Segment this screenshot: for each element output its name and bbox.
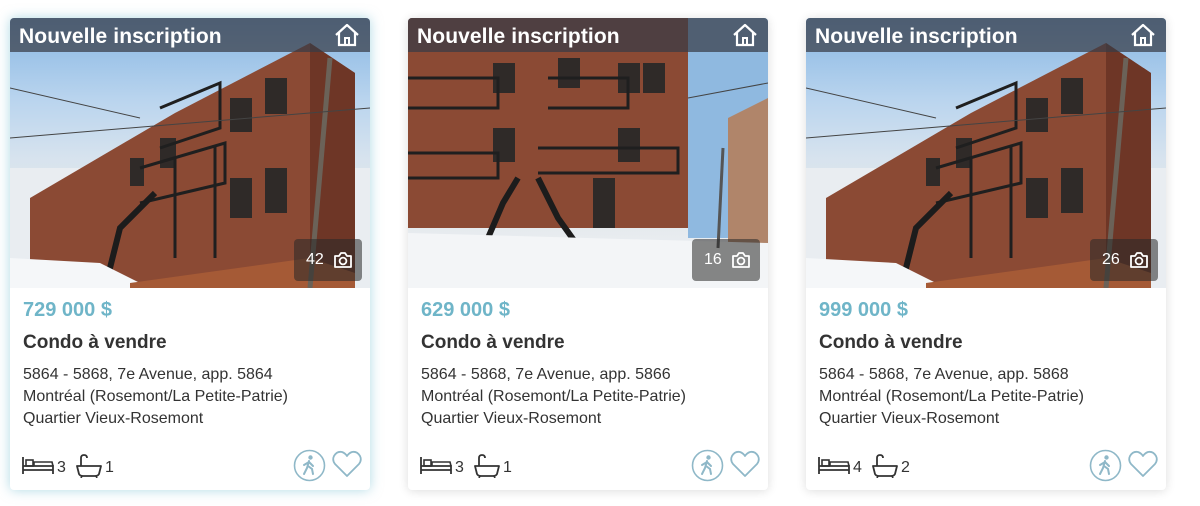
camera-icon	[1130, 252, 1148, 268]
heart-icon[interactable]	[1127, 449, 1159, 479]
address-neighbourhood: Quartier Vieux-Rosemont	[421, 410, 602, 427]
new-listing-banner: Nouvelle inscription	[408, 18, 768, 52]
heart-icon[interactable]	[331, 449, 363, 479]
listing-grid: Nouvelle inscription 42 729 000 $ Condo …	[0, 0, 1200, 506]
bed-icon	[420, 457, 452, 474]
home-icon[interactable]	[334, 23, 360, 47]
new-listing-banner: Nouvelle inscription	[10, 18, 370, 52]
bathroom-count-value: 1	[105, 459, 114, 476]
bedroom-count-value: 4	[853, 459, 862, 476]
banner-label: Nouvelle inscription	[417, 25, 620, 48]
camera-icon	[334, 252, 352, 268]
address-line-2: Montréal (Rosemont/La Petite-Patrie)	[819, 388, 1084, 405]
address-neighbourhood: Quartier Vieux-Rosemont	[23, 410, 204, 427]
listing-card[interactable]: Nouvelle inscription 16 629 000 $ Condo …	[408, 18, 768, 490]
walking-person-icon[interactable]	[691, 449, 724, 482]
photo-count: 42	[306, 251, 324, 268]
home-icon[interactable]	[1130, 23, 1156, 47]
address-line-2: Montréal (Rosemont/La Petite-Patrie)	[421, 388, 686, 405]
photo-count-badge[interactable]: 16	[692, 239, 760, 281]
property-type: Condo à vendre	[23, 332, 167, 353]
address-neighbourhood: Quartier Vieux-Rosemont	[819, 410, 1000, 427]
listing-price: 729 000 $	[23, 299, 112, 321]
listing-photo[interactable]: Nouvelle inscription 16	[408, 18, 768, 288]
bed-icon	[22, 457, 54, 474]
photo-count-badge[interactable]: 42	[294, 239, 362, 281]
walking-person-icon[interactable]	[1089, 449, 1122, 482]
heart-icon[interactable]	[729, 449, 761, 479]
photo-count: 26	[1102, 251, 1120, 268]
new-listing-banner: Nouvelle inscription	[806, 18, 1166, 52]
home-icon[interactable]	[732, 23, 758, 47]
property-type: Condo à vendre	[819, 332, 963, 353]
photo-count: 16	[704, 251, 722, 268]
address-line-1: 5864 - 5868, 7e Avenue, app. 5866	[421, 366, 671, 383]
bathtub-icon	[76, 454, 102, 478]
banner-label: Nouvelle inscription	[19, 25, 222, 48]
bathroom-count-value: 2	[901, 459, 910, 476]
property-type: Condo à vendre	[421, 332, 565, 353]
bathtub-icon	[872, 454, 898, 478]
bedroom-count-value: 3	[455, 459, 464, 476]
walking-person-icon[interactable]	[293, 449, 326, 482]
bed-icon	[818, 457, 850, 474]
listing-photo[interactable]: Nouvelle inscription 26	[806, 18, 1166, 288]
camera-icon	[732, 252, 750, 268]
address-line-2: Montréal (Rosemont/La Petite-Patrie)	[23, 388, 288, 405]
listing-photo[interactable]: Nouvelle inscription 42	[10, 18, 370, 288]
listing-card[interactable]: Nouvelle inscription 42 729 000 $ Condo …	[10, 18, 370, 490]
photo-count-badge[interactable]: 26	[1090, 239, 1158, 281]
listing-price: 999 000 $	[819, 299, 908, 321]
bathtub-icon	[474, 454, 500, 478]
listing-price: 629 000 $	[421, 299, 510, 321]
address-line-1: 5864 - 5868, 7e Avenue, app. 5868	[819, 366, 1069, 383]
banner-label: Nouvelle inscription	[815, 25, 1018, 48]
address-line-1: 5864 - 5868, 7e Avenue, app. 5864	[23, 366, 273, 383]
listing-card[interactable]: Nouvelle inscription 26 999 000 $ Condo …	[806, 18, 1166, 490]
bedroom-count-value: 3	[57, 459, 66, 476]
bathroom-count-value: 1	[503, 459, 512, 476]
